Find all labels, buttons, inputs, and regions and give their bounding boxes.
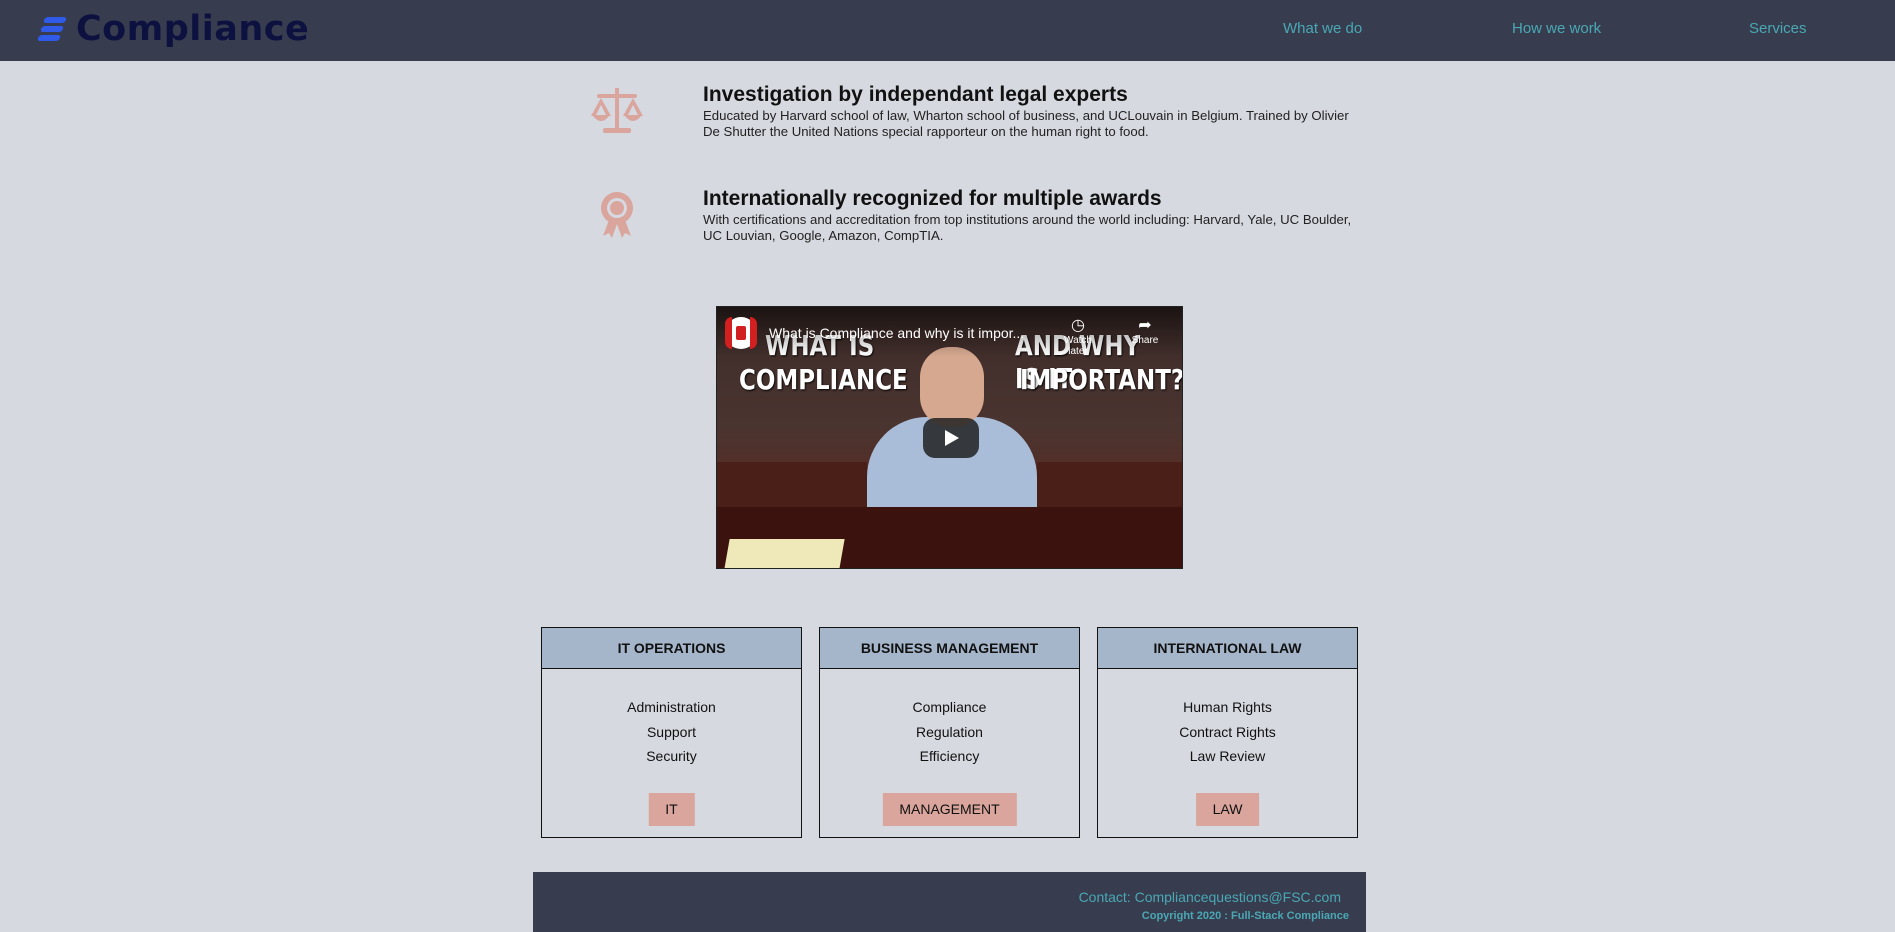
card-business-management: BUSINESS MANAGEMENT Compliance Regulatio… xyxy=(819,627,1080,838)
overlay-text-right-2: IMPORTANT? xyxy=(1020,363,1183,396)
card-item: Security xyxy=(646,748,697,764)
scales-icon xyxy=(591,88,643,133)
card-item: Law Review xyxy=(1189,748,1266,764)
share-arrow-icon: ➦ xyxy=(1138,317,1152,334)
card-item: Regulation xyxy=(916,723,983,740)
thumbnail-person-head xyxy=(920,347,984,427)
watch-later-label: Watch later xyxy=(1064,335,1092,357)
card-items: Administration Support Security xyxy=(542,695,801,769)
card-item: Support xyxy=(646,723,697,740)
card-it-operations: IT OPERATIONS Administration Support Sec… xyxy=(541,627,802,838)
overlay-text-left-2: COMPLIANCE xyxy=(739,363,908,396)
feature-description: Educated by Harvard school of law, Whart… xyxy=(703,108,1349,139)
card-title: INTERNATIONAL LAW xyxy=(1098,628,1357,669)
nav-services[interactable]: Services xyxy=(1749,20,1807,37)
channel-avatar[interactable] xyxy=(725,317,757,349)
video-embed[interactable]: WHAT IS COMPLIANCE AND WHY IS IT IMPORTA… xyxy=(716,306,1183,569)
clock-icon: ◷ xyxy=(1071,317,1085,334)
thumbnail-paper xyxy=(724,539,845,568)
watch-later-button[interactable]: ◷ Watch later xyxy=(1058,317,1098,357)
logo-stripes-icon xyxy=(36,14,70,44)
play-button[interactable] xyxy=(923,418,979,458)
law-button[interactable]: LAW xyxy=(1195,793,1260,826)
feature-description: With certifications and accreditation fr… xyxy=(703,212,1352,243)
card-item: Administration xyxy=(627,699,716,715)
feature-title: Investigation by independant legal exper… xyxy=(703,83,1128,106)
award-ribbon-icon xyxy=(601,192,633,238)
card-item: Contract Rights xyxy=(1179,723,1276,740)
brand-name: Compliance xyxy=(76,9,310,49)
nav-how-we-work[interactable]: How we work xyxy=(1512,20,1601,37)
card-item: Efficiency xyxy=(919,748,980,764)
video-title[interactable]: What is Compliance and why is it impor..… xyxy=(769,325,1024,341)
card-international-law: INTERNATIONAL LAW Human Rights Contract … xyxy=(1097,627,1358,838)
site-header: Compliance What we do How we work Servic… xyxy=(0,0,1895,61)
card-items: Human Rights Contract Rights Law Review xyxy=(1098,695,1357,769)
contact-email-link[interactable]: Contact: Compliancequestions@FSC.com xyxy=(1079,889,1341,905)
card-item: Compliance xyxy=(912,699,987,715)
feature-title: Internationally recognized for multiple … xyxy=(703,187,1162,210)
card-item: Human Rights xyxy=(1183,699,1272,715)
share-label: Share xyxy=(1131,335,1159,346)
brand-logo[interactable]: Compliance xyxy=(36,6,310,52)
management-button[interactable]: MANAGEMENT xyxy=(882,793,1017,826)
it-button[interactable]: IT xyxy=(648,793,695,826)
nav-what-we-do[interactable]: What we do xyxy=(1283,20,1362,37)
card-title: IT OPERATIONS xyxy=(542,628,801,669)
site-footer: Contact: Compliancequestions@FSC.com Cop… xyxy=(533,872,1366,932)
card-items: Compliance Regulation Efficiency xyxy=(820,695,1079,769)
card-title: BUSINESS MANAGEMENT xyxy=(820,628,1079,669)
copyright-text: Copyright 2020 : Full-Stack Compliance xyxy=(1141,910,1349,922)
share-button[interactable]: ➦ Share xyxy=(1125,317,1165,346)
